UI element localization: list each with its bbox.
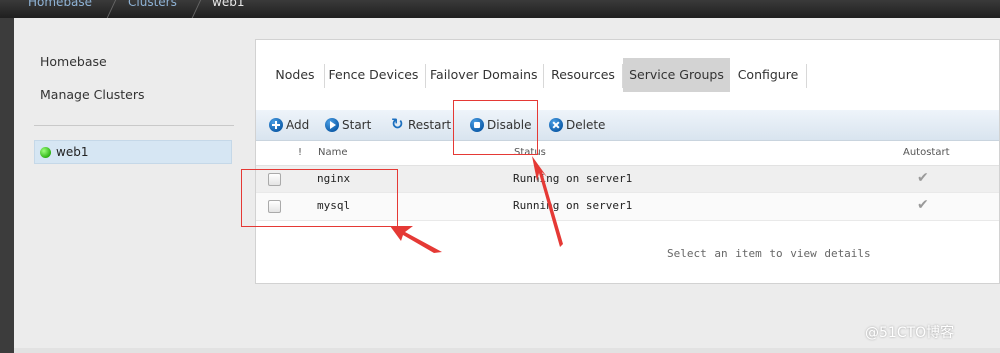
- watermark: @51CTO博客: [865, 325, 955, 341]
- annotation-arrows: [390, 156, 563, 253]
- annotation-arrow-rows: [390, 226, 442, 253]
- annotation-arrow-disable: [532, 156, 563, 247]
